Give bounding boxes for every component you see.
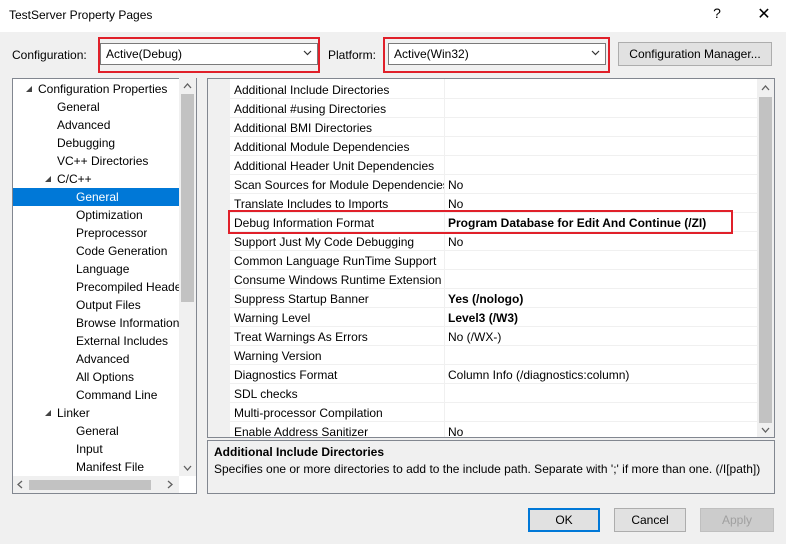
tree-item[interactable]: General: [13, 188, 179, 206]
property-name: Enable Address Sanitizer: [234, 425, 369, 439]
property-value[interactable]: No: [448, 197, 463, 211]
property-value[interactable]: No (/WX-): [448, 330, 501, 344]
debug-format-highlight: [228, 210, 733, 234]
property-value[interactable]: Yes (/nologo): [448, 292, 523, 306]
property-row[interactable]: Warning Version: [230, 346, 758, 365]
tree-horizontal-scroll-thumb[interactable]: [29, 480, 151, 490]
property-row[interactable]: Enable Address Sanitizer No: [230, 422, 758, 441]
description-text: Specifies one or more directories to add…: [214, 462, 761, 476]
property-row[interactable]: Additional #using Directories: [230, 99, 758, 118]
tree-item[interactable]: Precompiled Headers: [76, 278, 179, 296]
tree-item[interactable]: VC++ Directories: [57, 152, 148, 170]
tree-item[interactable]: C/C++: [57, 170, 92, 188]
property-name: Translate Includes to Imports: [234, 197, 389, 211]
tree-item[interactable]: Output Files: [76, 296, 141, 314]
property-row[interactable]: Additional Header Unit Dependencies: [230, 156, 758, 175]
property-value[interactable]: Level3 (/W3): [448, 311, 518, 325]
property-value[interactable]: Column Info (/diagnostics:column): [448, 368, 629, 382]
property-name: Additional Include Directories: [234, 83, 390, 97]
tree-item[interactable]: Preprocessor: [76, 224, 147, 242]
tree-item[interactable]: Command Line: [76, 386, 157, 404]
property-name: Warning Level: [234, 311, 311, 325]
property-row[interactable]: Additional BMI Directories: [230, 118, 758, 137]
scroll-down-icon[interactable]: [761, 426, 770, 434]
property-row[interactable]: Consume Windows Runtime Extension: [230, 270, 758, 289]
grid-vertical-scroll-thumb[interactable]: [759, 97, 772, 423]
property-row[interactable]: Additional Include Directories: [230, 80, 758, 99]
property-name: Additional Header Unit Dependencies: [234, 159, 435, 173]
property-row[interactable]: Additional Module Dependencies: [230, 137, 758, 156]
help-button[interactable]: ?: [706, 5, 728, 25]
scroll-up-icon[interactable]: [183, 82, 192, 90]
apply-button[interactable]: Apply: [700, 508, 774, 532]
tree-item[interactable]: All Options: [76, 368, 134, 386]
property-name: Additional BMI Directories: [234, 121, 373, 135]
configuration-dropdown[interactable]: Active(Debug): [100, 43, 318, 65]
window-title: TestServer Property Pages: [9, 8, 153, 22]
scroll-right-icon[interactable]: [166, 480, 174, 489]
property-value[interactable]: No: [448, 235, 463, 249]
property-name: Multi-processor Compilation: [234, 406, 383, 420]
property-name: Suppress Startup Banner: [234, 292, 369, 306]
tree-item[interactable]: Code Generation: [76, 242, 167, 260]
tree-item[interactable]: Configuration Properties: [38, 80, 167, 98]
tree-item[interactable]: Linker: [57, 404, 90, 422]
platform-value: Active(Win32): [394, 47, 469, 61]
tree-item[interactable]: Optimization: [76, 206, 143, 224]
property-name: Common Language RunTime Support: [234, 254, 437, 268]
property-row[interactable]: Suppress Startup Banner Yes (/nologo): [230, 289, 758, 308]
tree-expanded-arrow-icon[interactable]: [43, 174, 53, 184]
property-name: Additional Module Dependencies: [234, 140, 410, 154]
configuration-manager-button[interactable]: Configuration Manager...: [618, 42, 772, 66]
property-row[interactable]: Multi-processor Compilation: [230, 403, 758, 422]
configuration-label: Configuration:: [12, 48, 87, 62]
tree-item[interactable]: Debugging: [57, 134, 115, 152]
tree-expanded-arrow-icon[interactable]: [43, 408, 53, 418]
platform-dropdown[interactable]: Active(Win32): [388, 43, 606, 65]
ok-button[interactable]: OK: [528, 508, 600, 532]
property-value[interactable]: No: [448, 178, 463, 192]
property-row[interactable]: Support Just My Code Debugging No: [230, 232, 758, 251]
property-name: Warning Version: [234, 349, 322, 363]
tree-item[interactable]: Input: [76, 440, 103, 458]
cancel-button[interactable]: Cancel: [614, 508, 686, 532]
property-row[interactable]: Warning Level Level3 (/W3): [230, 308, 758, 327]
property-row[interactable]: Treat Warnings As Errors No (/WX-): [230, 327, 758, 346]
configuration-value: Active(Debug): [106, 47, 183, 61]
description-title: Additional Include Directories: [214, 445, 385, 459]
property-row[interactable]: Diagnostics Format Column Info (/diagnost…: [230, 365, 758, 384]
chevron-down-icon: [591, 50, 600, 56]
scroll-up-icon[interactable]: [761, 84, 770, 92]
property-name: Treat Warnings As Errors: [234, 330, 368, 344]
tree-item[interactable]: General: [57, 98, 100, 116]
property-name: Support Just My Code Debugging: [234, 235, 415, 249]
tree-item[interactable]: Manifest File: [76, 458, 144, 476]
tree-item[interactable]: General: [76, 422, 119, 440]
tree-item[interactable]: Language: [76, 260, 129, 278]
tree-item[interactable]: Browse Information: [76, 314, 179, 332]
property-name: Additional #using Directories: [234, 102, 387, 116]
scroll-left-icon[interactable]: [16, 480, 24, 489]
tree-item[interactable]: External Includes: [76, 332, 168, 350]
tree-expanded-arrow-icon[interactable]: [24, 84, 34, 94]
property-row[interactable]: Scan Sources for Module Dependencies No: [230, 175, 758, 194]
close-button[interactable]: ✕: [752, 4, 776, 26]
tree-vertical-scroll-thumb[interactable]: [181, 94, 194, 302]
property-value[interactable]: No: [448, 425, 463, 439]
tree-item[interactable]: Advanced: [57, 116, 110, 134]
tree-item[interactable]: Advanced: [76, 350, 129, 368]
chevron-down-icon: [303, 50, 312, 56]
platform-label: Platform:: [328, 48, 377, 62]
property-name: Diagnostics Format: [234, 368, 338, 382]
property-name: Scan Sources for Module Dependencies: [234, 178, 444, 192]
property-name: Consume Windows Runtime Extension: [234, 273, 442, 287]
property-grid-margin: [208, 79, 230, 437]
property-row[interactable]: SDL checks: [230, 384, 758, 403]
property-row[interactable]: Common Language RunTime Support: [230, 251, 758, 270]
scroll-down-icon[interactable]: [183, 464, 192, 472]
property-name: SDL checks: [234, 387, 298, 401]
